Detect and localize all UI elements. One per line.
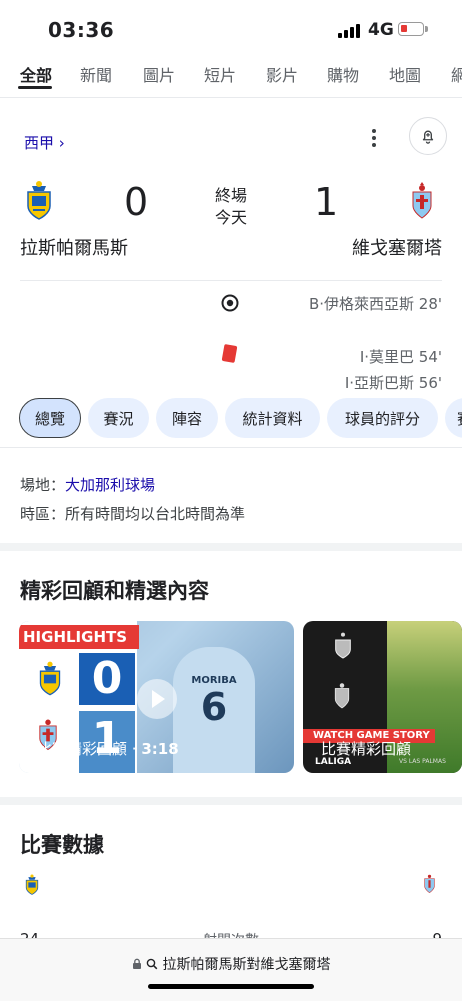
chip-player-ratings[interactable]: 球員的評分 — [327, 398, 438, 438]
league-link[interactable]: 西甲 › — [24, 132, 65, 153]
chip-statistics[interactable]: 統計資料 — [225, 398, 320, 438]
search-tabs: 全部 新聞 圖片 短片 影片 購物 地圖 網 — [0, 62, 462, 92]
match-date: 今天 — [214, 208, 247, 227]
bell-add-icon — [422, 130, 434, 144]
home-team-crest-icon — [25, 874, 39, 895]
home-team-crest-icon — [39, 661, 61, 696]
tab-news[interactable]: 新聞 — [80, 62, 112, 86]
highlights-badge: HIGHLIGHTS — [19, 625, 139, 649]
network-label: 4G — [368, 20, 394, 40]
section-separator — [0, 543, 462, 551]
divider — [0, 447, 462, 448]
tab-web[interactable]: 網 — [451, 62, 462, 86]
timezone-value: 所有時間均以台北時間為準 — [65, 505, 246, 523]
lock-icon — [132, 958, 141, 969]
away-team-name[interactable]: 維戈塞爾塔 — [352, 234, 442, 260]
away-team-crest-icon — [424, 874, 435, 893]
notification-bell-button[interactable] — [409, 117, 447, 155]
card-event: I·莫里巴 54' — [359, 348, 442, 366]
status-time: 03:36 — [48, 18, 115, 42]
timezone-label: 時區： — [20, 505, 66, 523]
chip-overview[interactable]: 總覽 — [19, 398, 81, 438]
tab-images[interactable]: 圖片 — [143, 62, 175, 86]
divider — [20, 280, 442, 281]
active-tab-indicator — [18, 86, 52, 89]
goal-event: B·伊格萊西亞斯 28' — [308, 295, 442, 313]
chip-more[interactable]: 賽 — [445, 398, 462, 438]
stats-title: 比賽數據 — [20, 833, 104, 857]
away-team-crest-icon — [412, 182, 432, 219]
divider — [0, 97, 462, 98]
section-separator — [0, 797, 462, 805]
home-team-crest-icon — [27, 181, 51, 220]
chip-match-feed[interactable]: 賽況 — [88, 398, 149, 438]
video-caption: 比賽精彩回顧 · 3:18 — [37, 740, 179, 758]
card-event: I·亞斯巴斯 56' — [344, 374, 442, 392]
play-button[interactable] — [137, 679, 177, 719]
home-indicator[interactable] — [148, 984, 314, 989]
match-status: 終場 — [214, 186, 247, 205]
address-text-row[interactable]: 拉斯帕爾馬斯對維戈塞爾塔 — [0, 954, 462, 974]
tab-all[interactable]: 全部 — [20, 62, 52, 86]
home-score: 0 — [124, 180, 149, 224]
battery-icon — [398, 22, 428, 36]
timezone-row: 時區：所有時間均以台北時間為準 — [20, 503, 245, 524]
video-caption: 比賽精彩回顧 — [321, 740, 412, 758]
tab-short-videos[interactable]: 短片 — [204, 62, 236, 86]
scoreboard-home: 0 — [79, 653, 135, 705]
venue-label: 場地： — [20, 476, 66, 494]
play-icon — [152, 690, 165, 708]
tab-shopping[interactable]: 購物 — [327, 62, 359, 86]
goal-ball-icon — [221, 294, 239, 312]
highlights-title: 精彩回顧和精選內容 — [20, 579, 209, 603]
venue-row: 場地：大加那利球場 — [20, 474, 155, 495]
tab-maps[interactable]: 地圖 — [389, 62, 421, 86]
chip-lineups[interactable]: 陣容 — [156, 398, 218, 438]
signal-icon — [338, 24, 360, 38]
video-duration: 3:18 — [141, 740, 179, 758]
away-team-crest-icon — [334, 683, 350, 709]
away-score: 1 — [314, 180, 339, 224]
search-icon — [146, 958, 158, 970]
home-team-name[interactable]: 拉斯帕爾馬斯 — [20, 234, 128, 260]
tab-videos[interactable]: 影片 — [266, 62, 298, 86]
highlight-video-card[interactable]: HIGHLIGHTS 0 1 MORIBA 6 比賽精彩回顧 · 3:18 — [19, 621, 294, 773]
home-team-crest-icon — [335, 632, 351, 659]
jersey-number: 6 — [200, 685, 228, 729]
thumbnail-text: VS LAS PALMAS — [399, 758, 446, 765]
red-card-icon — [221, 344, 238, 363]
highlight-video-card[interactable]: WATCH GAME STORY 比賽精彩回顧 LALIGA VS LAS PA… — [303, 621, 462, 773]
laliga-logo: LALIGA — [315, 757, 352, 767]
venue-link[interactable]: 大加那利球場 — [65, 476, 155, 494]
address-text: 拉斯帕爾馬斯對維戈塞爾塔 — [162, 957, 331, 973]
more-options-icon[interactable] — [366, 126, 382, 150]
